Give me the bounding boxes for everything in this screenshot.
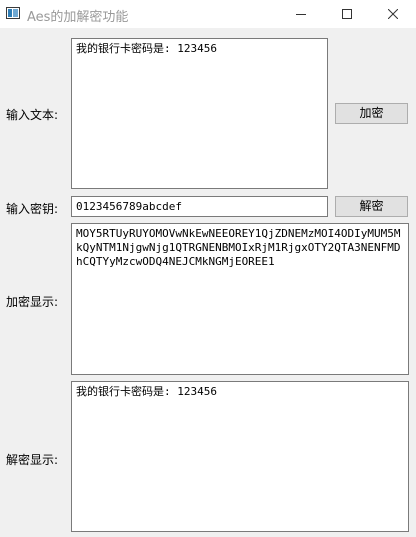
app-window-icon — [6, 7, 20, 19]
key-input[interactable]: 0123456789abcdef — [71, 196, 328, 217]
input-text-label: 输入文本: — [6, 108, 59, 122]
maximize-icon — [342, 9, 352, 19]
input-text-area[interactable]: 我的银行卡密码是: 123456 — [71, 38, 328, 189]
decrypt-button[interactable]: 解密 — [335, 196, 408, 217]
maximize-button[interactable] — [324, 0, 370, 28]
encrypted-display-label: 加密显示: — [6, 295, 59, 309]
decrypted-display-label: 解密显示: — [6, 453, 59, 467]
title-bar: Aes的加解密功能 — [0, 0, 416, 28]
encrypt-button[interactable]: 加密 — [335, 103, 408, 124]
minimize-icon — [296, 14, 306, 15]
minimize-button[interactable] — [278, 0, 324, 28]
close-button[interactable] — [370, 0, 416, 28]
window-title: Aes的加解密功能 — [27, 10, 129, 25]
close-icon — [388, 9, 398, 19]
key-label: 输入密钥: — [6, 202, 59, 216]
encrypted-display-area[interactable]: MOY5RTUyRUYOMOVwNkEwNEEOREY1QjZDNEMzMOI4… — [71, 223, 409, 375]
decrypted-display-area[interactable]: 我的银行卡密码是: 123456 — [71, 381, 409, 532]
